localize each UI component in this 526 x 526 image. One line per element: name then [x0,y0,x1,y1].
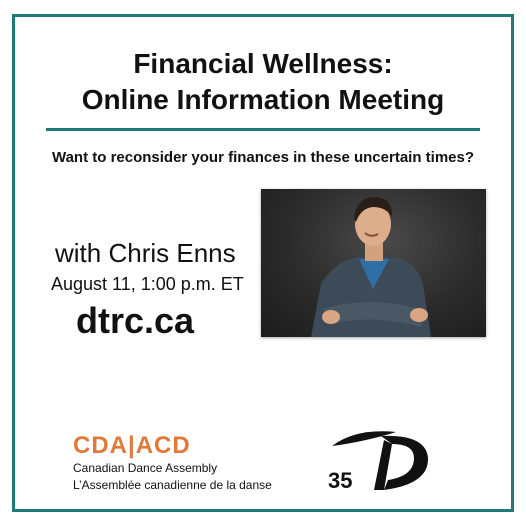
title-line-1: Financial Wellness: [133,48,393,79]
cda-logo: CDA|ACD [73,432,191,459]
anniversary-35-icon: 35 [328,431,429,493]
speaker-photo [261,189,486,337]
cda-name-english: Canadian Dance Assembly [73,461,218,475]
website-link[interactable]: dtrc.ca [76,300,194,342]
title-divider [46,128,480,131]
cda-name-french: L’Assemblée canadienne de la danse [73,478,272,492]
event-date: August 11, 1:00 p.m. ET [51,274,244,294]
subtitle: Want to reconsider your finances in thes… [51,149,475,166]
speaker-illustration [311,197,431,337]
speaker-name: with Chris Enns [55,238,236,268]
title-line-2: Online Information Meeting [81,84,445,115]
page-title: Financial Wellness: Online Information M… [20,46,506,118]
anniversary-number: 35 [328,468,352,493]
anniversary-logo: 35 [326,426,436,496]
